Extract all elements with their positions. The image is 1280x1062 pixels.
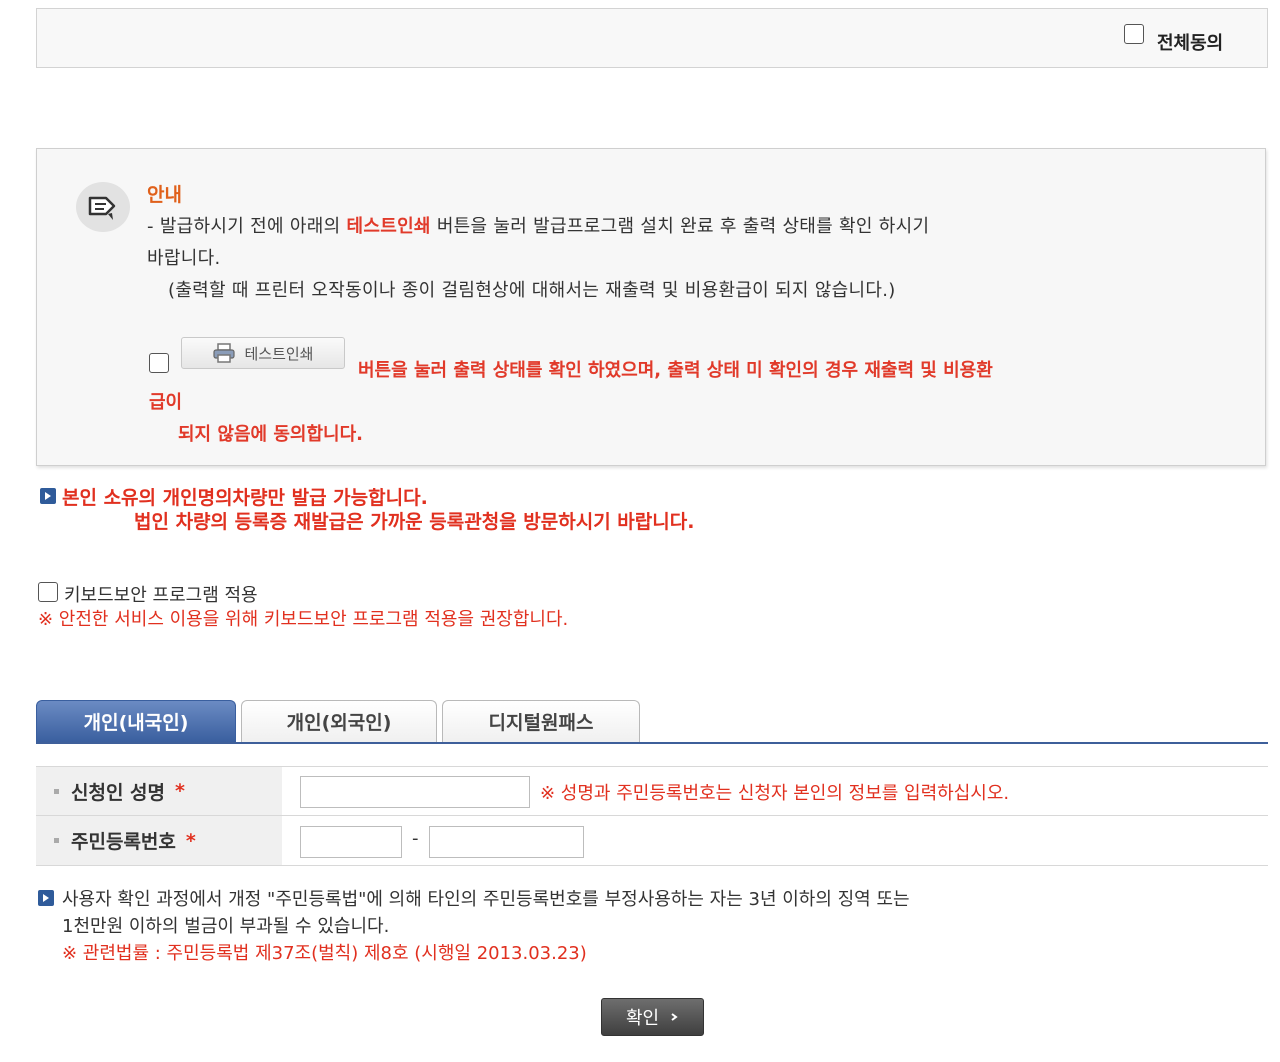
test-print-button[interactable]: 테스트인쇄 (181, 337, 345, 369)
name-label: 신청인 성명 (71, 778, 165, 805)
chevron-right-icon (669, 1012, 679, 1022)
test-print-label: 테스트인쇄 (244, 343, 313, 364)
keyboard-security-checkbox[interactable] (38, 582, 58, 602)
owner-notice-line-2: 법인 차량의 등록증 재발급은 가까운 등록관청을 방문하시기 바랍니다. (134, 507, 694, 534)
keyboard-security-label: 키보드보안 프로그램 적용 (64, 581, 258, 607)
rrn-front-input[interactable] (300, 826, 402, 858)
notice-line-1-prefix: - 발급하시기 전에 아래의 (147, 216, 346, 237)
agree-all-label: 전체동의 (1157, 29, 1223, 55)
print-agree-line-2: 급이 (149, 388, 182, 414)
notice-line-1: - 발급하시기 전에 아래의 테스트인쇄 버튼을 눌러 발급프로그램 설치 완료… (147, 212, 929, 238)
print-agree-line-3: 되지 않음에 동의합니다. (178, 420, 363, 446)
print-agree-line-1: 버튼을 눌러 출력 상태를 확인 하였으며, 출력 상태 미 확인의 경우 재출… (358, 356, 993, 382)
name-input[interactable] (300, 776, 530, 808)
confirm-button[interactable]: 확인 (601, 998, 704, 1036)
form-row-name: 신청인 성명 * ※ 성명과 주민등록번호는 신청자 본인의 정보를 입력하십시… (36, 766, 1268, 816)
arrow-square-icon (40, 488, 56, 504)
name-field-note: ※ 성명과 주민등록번호는 신청자 본인의 정보를 입력하십시오. (540, 779, 1009, 805)
tab-foreign-individual[interactable]: 개인(외국인) (241, 700, 437, 742)
required-mark: * (175, 780, 185, 802)
arrow-square-icon (38, 890, 54, 906)
notice-line-1-suffix: 버튼을 눌러 발급프로그램 설치 완료 후 출력 상태를 확인 하시기 (431, 216, 930, 237)
rrn-back-input[interactable] (429, 826, 584, 858)
rrn-label: 주민등록번호 (71, 827, 176, 854)
applicant-form: 신청인 성명 * ※ 성명과 주민등록번호는 신청자 본인의 정보를 입력하십시… (36, 766, 1268, 868)
notice-title: 안내 (147, 180, 182, 207)
required-mark: * (186, 830, 196, 852)
keyboard-security-note: ※ 안전한 서비스 이용을 위해 키보드보안 프로그램 적용을 권장합니다. (38, 605, 568, 631)
memo-icon (76, 182, 130, 232)
name-label-cell: 신청인 성명 * (36, 767, 282, 815)
printer-icon (212, 343, 236, 363)
agree-all-bar (36, 8, 1268, 68)
notice-line-2: 바랍니다. (147, 244, 220, 270)
print-confirm-checkbox[interactable] (149, 353, 169, 373)
law-notice-line-2: 1천만원 이하의 벌금이 부과될 수 있습니다. (62, 912, 389, 938)
agree-all-checkbox[interactable] (1124, 24, 1144, 44)
tab-digital-onepass[interactable]: 디지털원패스 (442, 700, 640, 742)
law-notice-line-3: ※ 관련법률 : 주민등록법 제37조(벌칙) 제8호 (시행일 2013.03… (62, 939, 587, 965)
notice-panel (36, 148, 1266, 466)
form-row-rrn: 주민등록번호 * - (36, 816, 1268, 866)
owner-notice-line-1: 본인 소유의 개인명의차량만 발급 가능합니다. (62, 483, 428, 510)
tab-underline (36, 742, 1268, 744)
bullet-icon (54, 838, 59, 843)
confirm-label: 확인 (626, 1004, 659, 1030)
notice-test-print-emphasis: 테스트인쇄 (346, 216, 430, 237)
rrn-label-cell: 주민등록번호 * (36, 816, 282, 865)
bullet-icon (54, 789, 59, 794)
tab-korean-individual[interactable]: 개인(내국인) (36, 700, 236, 742)
law-notice-line-1: 사용자 확인 과정에서 개정 "주민등록법"에 의해 타인의 주민등록번호를 부… (62, 885, 910, 911)
rrn-separator: - (412, 828, 419, 849)
notice-line-3: (출력할 때 프린터 오작동이나 종이 걸림현상에 대해서는 재출력 및 비용환… (168, 276, 896, 302)
